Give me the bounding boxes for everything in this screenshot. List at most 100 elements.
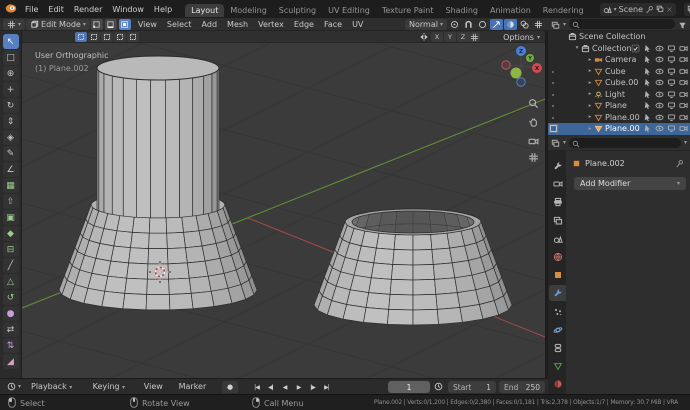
viewport-menu-edge[interactable]: Edge [289, 19, 319, 30]
disclosure-icon[interactable]: ▸ [586, 126, 594, 132]
properties-tab-physics[interactable] [549, 322, 566, 338]
timeline-menu-playback[interactable]: Playback ▾ [26, 381, 77, 392]
scene-name[interactable]: Scene [619, 5, 643, 14]
viewport-menu-uv[interactable]: UV [347, 19, 368, 30]
timeline-editor-type-button[interactable]: ▾ [2, 381, 26, 392]
outliner-row-camera-2[interactable]: ▸ Camera [548, 54, 690, 66]
tool-annotate[interactable]: ✎ [2, 146, 19, 161]
hide-eye-icon[interactable] [655, 67, 664, 76]
mirror-axis-x[interactable]: X [431, 32, 443, 42]
viewport-disable-icon[interactable] [667, 90, 676, 99]
properties-options-icon[interactable]: ▾ [684, 139, 687, 146]
jump-start-button[interactable]: |◀ [250, 381, 263, 393]
outliner-item-name[interactable]: Plane [605, 101, 643, 110]
hide-eye-icon[interactable] [655, 90, 664, 99]
properties-tab-output[interactable] [549, 194, 566, 210]
tool-add-cube[interactable]: ▦ [2, 178, 19, 193]
tool-select-box[interactable]: □ [2, 50, 19, 65]
workspace-tab-rendering[interactable]: Rendering [537, 4, 590, 17]
disclosure-icon[interactable]: ▾ [573, 45, 581, 51]
viewport-disable-icon[interactable] [667, 124, 676, 133]
move-view-hand-icon[interactable] [526, 115, 541, 130]
snap-magnet-icon[interactable] [462, 19, 475, 30]
viewport-disable-icon[interactable] [667, 78, 676, 87]
hide-eye-icon[interactable] [655, 44, 664, 53]
viewport-shading-icon[interactable] [504, 18, 517, 30]
tool-shrink-fatten[interactable]: ⇅ [2, 338, 19, 353]
tool-inset[interactable]: ▣ [2, 210, 19, 225]
current-frame-field[interactable]: 1 [388, 381, 430, 393]
outliner-item-name[interactable]: Plane.00 [605, 124, 643, 133]
viewport-3d[interactable]: User Orthographic (1) Plane.002 ZYX [22, 43, 545, 378]
auto-key-record-button[interactable]: ● [222, 381, 238, 393]
viewport-menu-view[interactable]: View [133, 19, 162, 30]
outliner-row-plane-00-8[interactable]: ▸ Plane.00 [548, 123, 690, 135]
snap-projection-icon[interactable] [490, 18, 503, 30]
render-disable-icon[interactable] [679, 113, 688, 122]
hide-eye-icon[interactable] [655, 78, 664, 87]
camera-view-icon[interactable] [526, 134, 541, 149]
hide-eye-icon[interactable] [655, 113, 664, 122]
select-option-2[interactable] [101, 32, 113, 42]
outliner-search-input[interactable] [569, 19, 675, 29]
mirror-axis-y[interactable]: Y [444, 32, 456, 42]
play-button[interactable]: ▶ [292, 381, 305, 393]
workspace-tab-shading[interactable]: Shading [439, 4, 484, 17]
properties-tab-tool[interactable] [549, 158, 566, 174]
hide-eye-icon[interactable] [655, 124, 664, 133]
outliner-row-collection-1[interactable]: ▾ Collection [548, 43, 690, 55]
mode-dropdown[interactable]: Edit Mode ▾ [26, 18, 90, 30]
select-option-3[interactable] [114, 32, 126, 42]
pin-icon[interactable] [645, 5, 654, 14]
tool-edge-slide[interactable]: ⇄ [2, 322, 19, 337]
menu-window[interactable]: Window [107, 4, 149, 15]
pin-icon[interactable] [675, 159, 684, 168]
properties-tab-material[interactable] [549, 376, 566, 392]
vertex-select-button[interactable] [90, 18, 103, 30]
tool-rotate[interactable]: ↻ [2, 98, 19, 113]
selectable-icon[interactable] [643, 78, 652, 87]
tool-poly-build[interactable]: △ [2, 274, 19, 289]
properties-tab-object[interactable] [549, 267, 566, 283]
select-option-0[interactable] [75, 32, 87, 42]
tool-move[interactable]: + [2, 82, 19, 97]
render-disable-icon[interactable] [679, 90, 688, 99]
outliner-item-name[interactable]: Cube.00 [605, 78, 643, 87]
properties-editor-icon[interactable] [551, 133, 560, 152]
disclosure-icon[interactable]: ▸ [586, 114, 594, 120]
new-scene-icon[interactable] [656, 5, 664, 14]
render-disable-icon[interactable] [679, 67, 688, 76]
render-disable-icon[interactable] [679, 124, 688, 133]
gizmos-icon[interactable] [532, 19, 545, 30]
frame-start-field[interactable]: Start 1 [448, 381, 496, 393]
use-preview-range-icon[interactable] [434, 382, 443, 391]
selectable-icon[interactable] [643, 124, 652, 133]
selectable-icon[interactable] [643, 90, 652, 99]
hide-eye-icon[interactable] [655, 55, 664, 64]
outliner-item-name[interactable]: Plane.00 [605, 113, 643, 122]
workspace-tab-animation[interactable]: Animation [484, 4, 537, 17]
outliner-item-name[interactable]: Light [605, 90, 643, 99]
timeline-menu-view[interactable]: View [139, 381, 168, 392]
outliner-item-name[interactable]: Camera [605, 55, 643, 64]
render-disable-icon[interactable] [679, 55, 688, 64]
menu-render[interactable]: Render [69, 4, 107, 15]
tool-scale[interactable]: ⇕ [2, 114, 19, 129]
disclosure-icon[interactable]: ▸ [586, 57, 594, 63]
outliner-row-cube-3[interactable]: ▸ Cube [548, 66, 690, 78]
render-disable-icon[interactable] [679, 101, 688, 110]
select-option-4[interactable] [127, 32, 139, 42]
viewport-menu-mesh[interactable]: Mesh [222, 19, 253, 30]
disclosure-icon[interactable]: ▸ [586, 103, 594, 109]
viewport-menu-select[interactable]: Select [162, 19, 197, 30]
orthographic-toggle-icon[interactable] [526, 150, 541, 165]
outliner-row-cube-00-4[interactable]: ▸ Cube.00 [548, 77, 690, 89]
outliner-row-light-5[interactable]: ▸ Light [548, 89, 690, 101]
selectable-icon[interactable] [643, 44, 652, 53]
properties-search-input[interactable] [569, 137, 681, 148]
properties-tab-constraints[interactable] [549, 340, 566, 356]
scene-selector[interactable]: ▾ Scene × [599, 2, 676, 16]
zoom-icon[interactable] [526, 96, 541, 111]
outliner-row-scene-collection-0[interactable]: Scene Collection [548, 31, 690, 43]
face-select-button[interactable] [118, 18, 131, 30]
